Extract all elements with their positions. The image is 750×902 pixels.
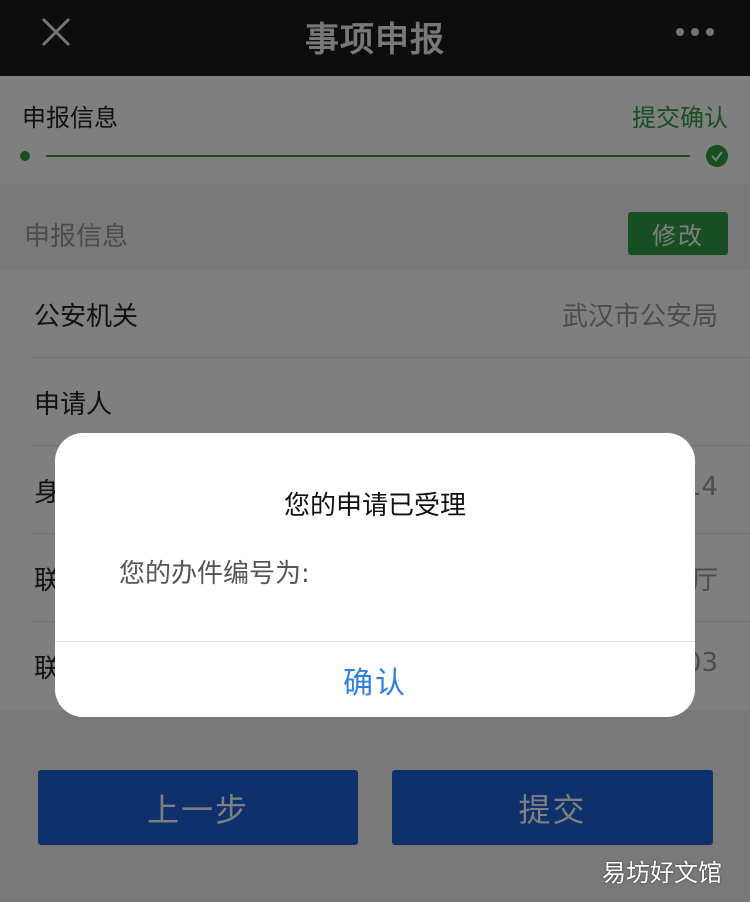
dialog-title: 您的申请已受理 [283,491,466,521]
watermark-text: 易坊好文馆 [602,859,722,887]
confirm-button[interactable]: 确认 [55,642,695,717]
dialog-message: 您的办件编号为: [119,559,310,589]
confirmation-dialog: 您的申请已受理 您的办件编号为: 确认 [55,433,695,717]
